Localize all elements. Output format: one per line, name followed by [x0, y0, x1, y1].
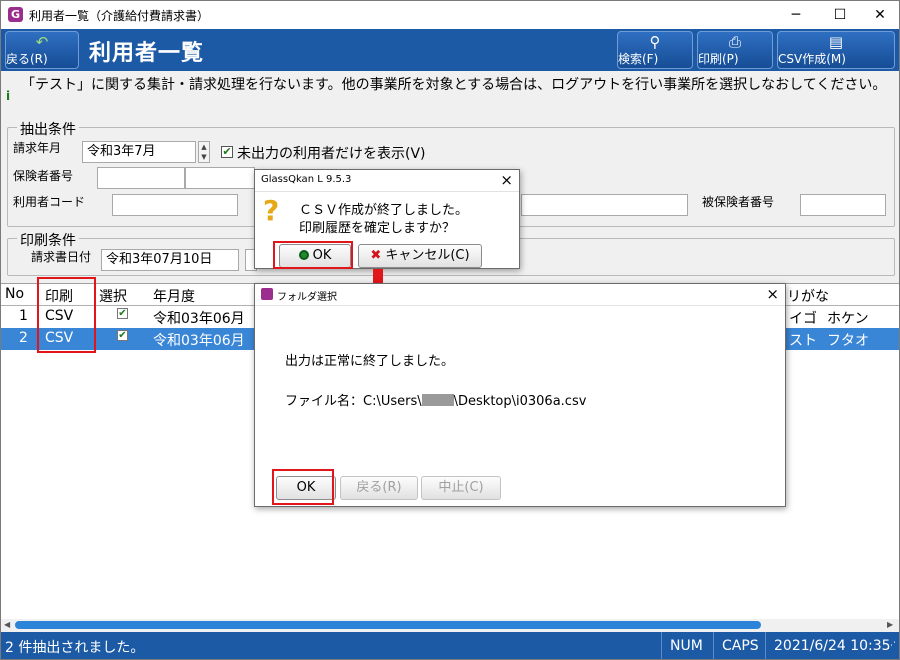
invoice-date-label: 請求書日付 — [31, 250, 92, 264]
row-select-checkbox[interactable]: ✔ — [117, 330, 128, 341]
back-button[interactable]: ↶ 戻る(R) — [5, 31, 79, 69]
file-name-line: ファイル名：C:\Users\ \Desktop\i0306a.csv — [285, 390, 586, 409]
confirm-dialog-close-icon[interactable]: × — [500, 171, 513, 189]
billing-month-field[interactable]: 令和3年7月 — [82, 141, 196, 163]
row-kana-1: スト — [789, 333, 817, 349]
close-button[interactable]: ✕ — [857, 1, 899, 29]
info-message: 「テスト」に関する集計・請求処理を行ないます。他の事業所を対象とする場合は、ログ… — [21, 77, 887, 93]
confirm-line-2: 印刷履歴を確定しますか？ — [299, 221, 456, 236]
insurer-number-label: 保険者番号 — [13, 169, 74, 183]
num-lock-indicator: NUM — [661, 632, 711, 659]
invoice-date-field[interactable]: 令和3年07月10日 — [101, 249, 239, 271]
column-header-no[interactable]: No — [5, 286, 24, 302]
print-button-label: 印刷(P) — [698, 52, 739, 66]
horizontal-scrollbar[interactable]: ◀ ▶ — [1, 619, 899, 631]
column-header-kana[interactable]: リがな — [787, 286, 829, 306]
page-title: 利用者一覧 — [89, 41, 205, 66]
search-button[interactable]: ⚲ 検索(F) — [617, 31, 693, 69]
info-icon: i — [6, 89, 11, 103]
file-path-suffix: \Desktop\i0306a.csv — [453, 394, 587, 409]
magnifier-icon: ⚲ — [649, 33, 661, 51]
row-no: 1 — [19, 308, 28, 324]
print-button[interactable]: ⎙ 印刷(P) — [697, 31, 773, 69]
row-month: 令和03年06月 — [153, 333, 245, 349]
confirm-cancel-label: キャンセル(C) — [385, 248, 470, 263]
unoutput-only-checkbox[interactable]: ✔ — [221, 146, 233, 158]
folder-dialog-message: 出力は正常に終了しました。 — [285, 354, 455, 369]
redacted-username — [421, 394, 454, 406]
print-conditions-label: 印刷条件 — [17, 230, 79, 250]
back-arrow-icon: ↶ — [35, 33, 49, 51]
row-select-checkbox[interactable]: ✔ — [117, 308, 128, 319]
status-message: 2 件抽出されました。 — [5, 640, 145, 656]
document-icon: ▤ — [828, 33, 844, 51]
confirm-line-1: ＣＳＶ作成が終了しました。 — [299, 203, 469, 218]
title-bar: G 利用者一覧（介護給付費請求書） ─ ☐ ✕ — [1, 1, 899, 29]
csv-create-button[interactable]: ▤ CSV作成(M) — [777, 31, 895, 69]
billing-month-label: 請求年月 — [13, 141, 62, 155]
highlight-folder-ok — [272, 469, 334, 505]
name-search-field[interactable] — [521, 194, 688, 216]
confirm-dialog-title: GlassQkan L 9.5.3 — [261, 174, 352, 185]
resize-grip-icon[interactable]: ⋰ — [879, 632, 899, 659]
unoutput-only-label: 未出力の利用者だけを表示(V) — [237, 146, 426, 162]
folder-dialog-titlebar: フォルダ選択 × — [255, 284, 785, 306]
billing-month-spinner[interactable]: ▲ ▼ — [198, 141, 210, 163]
minimize-button[interactable]: ─ — [773, 1, 819, 29]
insurer-number-field-1[interactable] — [97, 167, 185, 189]
column-header-select[interactable]: 選択 — [99, 286, 127, 306]
highlight-print-column — [37, 277, 96, 353]
file-path-prefix: ファイル名：C:\Users\ — [285, 394, 422, 409]
csv-create-button-label: CSV作成(M) — [778, 52, 846, 66]
extract-conditions-label: 抽出条件 — [17, 119, 79, 139]
user-code-label: 利用者コード — [13, 195, 86, 209]
back-button-label: 戻る(R) — [6, 52, 48, 66]
scrollbar-thumb[interactable] — [15, 621, 761, 629]
insured-number-field[interactable] — [800, 194, 886, 216]
cancel-x-icon: ✖ — [370, 248, 382, 263]
caps-lock-indicator: CAPS — [713, 632, 767, 659]
printer-icon: ⎙ — [728, 33, 741, 51]
scroll-right-icon[interactable]: ▶ — [887, 619, 893, 631]
search-button-label: 検索(F) — [618, 52, 659, 66]
row-no: 2 — [19, 330, 28, 346]
app-window: G 利用者一覧（介護給付費請求書） ─ ☐ ✕ ↶ 戻る(R) ⚲ 検索(F) … — [0, 0, 900, 660]
user-code-field[interactable] — [112, 194, 238, 216]
scroll-left-icon[interactable]: ◀ — [4, 619, 10, 631]
folder-dialog-title: フォルダ選択 — [277, 292, 337, 303]
row-kana-1: イゴ — [789, 311, 817, 327]
row-kana-2: フタオ — [827, 333, 869, 349]
question-icon: ? — [263, 194, 280, 227]
highlight-confirm-ok — [273, 241, 353, 269]
folder-dialog-close-icon[interactable]: × — [766, 285, 779, 303]
folder-abort-button[interactable]: 中止(C) — [421, 476, 501, 500]
status-bar: 2 件抽出されました。 NUM CAPS 2021/6/24 10:35 ⋰ — [1, 632, 899, 659]
column-header-month[interactable]: 年月度 — [153, 286, 195, 306]
row-kana-2: ホケン — [827, 311, 869, 327]
window-title: 利用者一覧（介護給付費請求書） — [29, 9, 210, 23]
folder-back-button[interactable]: 戻る(R) — [340, 476, 418, 500]
insured-number-label: 被保険者番号 — [702, 195, 775, 209]
insurer-number-field-2[interactable] — [185, 167, 255, 189]
confirm-dialog-titlebar: GlassQkan L 9.5.3 × — [255, 170, 519, 192]
app-logo-icon: G — [8, 7, 23, 22]
folder-dialog-app-icon — [261, 288, 273, 300]
row-month: 令和03年06月 — [153, 311, 245, 327]
confirm-cancel-button[interactable]: ✖ キャンセル(C) — [358, 244, 482, 268]
